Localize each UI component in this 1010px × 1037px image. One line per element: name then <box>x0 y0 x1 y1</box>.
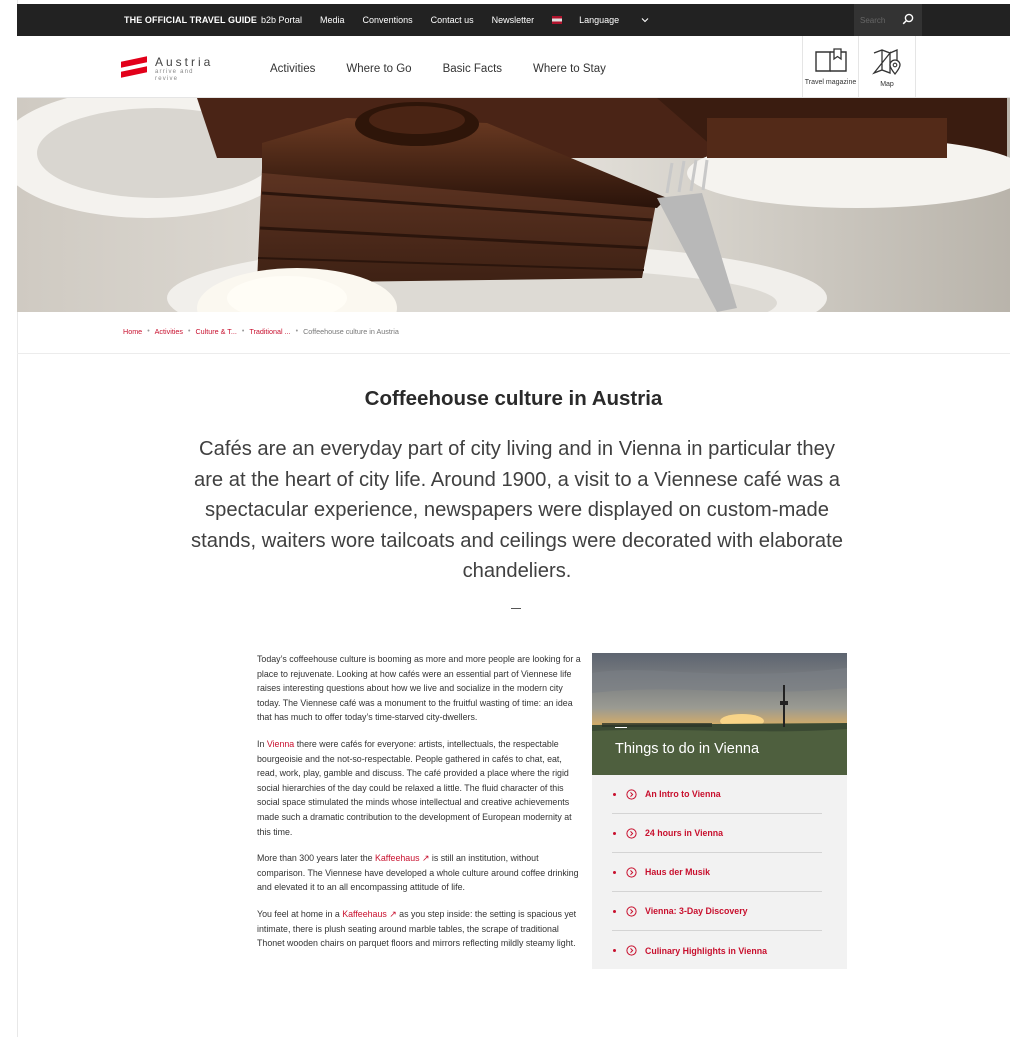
breadcrumb-separator: • <box>147 328 150 335</box>
main-header: Austria arrive and revive Activities Whe… <box>17 36 1010 98</box>
list-item-3-day-discovery[interactable]: Vienna: 3-Day Discovery <box>612 892 822 931</box>
title-accent-bar <box>615 727 627 728</box>
top-utility-bar: THE OFFICIAL TRAVEL GUIDE b2b Portal Med… <box>17 4 1010 36</box>
breadcrumb-current: Coffeehouse culture in Austria <box>303 327 399 336</box>
list-item-culinary-highlights[interactable]: Culinary Highlights in Vienna <box>612 931 822 970</box>
austria-logo[interactable]: Austria arrive and revive <box>121 54 231 86</box>
paragraph: Today’s coffeehouse culture is booming a… <box>257 654 581 723</box>
map-button[interactable]: Map <box>858 36 916 98</box>
chevron-circle-icon <box>626 945 637 956</box>
chevron-circle-icon <box>626 827 637 839</box>
language-label: Language <box>579 15 620 25</box>
logo-name: Austria <box>155 55 214 69</box>
list-item-24-hours[interactable]: 24 hours in Vienna <box>612 814 822 853</box>
list-item-intro-to-vienna[interactable]: An Intro to Vienna <box>612 775 822 814</box>
breadcrumb-divider <box>17 353 1010 354</box>
link-b2b-portal[interactable]: b2b Portal <box>261 15 302 25</box>
chevron-circle-icon <box>626 905 637 917</box>
nav-activities[interactable]: Activities <box>270 63 315 75</box>
breadcrumb-separator: • <box>188 328 191 335</box>
article-lead: Cafés are an everyday part of city livin… <box>191 438 843 582</box>
breadcrumb-traditional[interactable]: Traditional ... <box>249 327 290 336</box>
link-vienna[interactable]: Vienna <box>267 739 294 749</box>
link-kaffeehaus[interactable]: Kaffeehaus ↗ <box>342 909 396 919</box>
search-icon[interactable] <box>902 13 914 25</box>
link-kaffeehaus[interactable]: Kaffeehaus ↗ <box>375 853 429 863</box>
utility-links: b2b Portal Media Conventions Contact us … <box>261 15 667 25</box>
nav-where-to-stay[interactable]: Where to Stay <box>533 63 606 75</box>
chevron-circle-icon <box>626 866 637 878</box>
link-contact-us[interactable]: Contact us <box>431 15 474 25</box>
article-body: Today’s coffeehouse culture is booming a… <box>257 652 583 963</box>
link-newsletter[interactable]: Newsletter <box>492 15 535 25</box>
list-item-haus-der-musik[interactable]: Haus der Musik <box>612 853 822 892</box>
map-label: Map <box>880 81 894 88</box>
breadcrumb: Home • Activities • Culture & T... • Tradit… <box>123 327 399 336</box>
things-to-do-list: An Intro to Vienna 24 hours in Vienna Ha… <box>612 775 822 970</box>
logo-tagline: arrive and revive <box>155 69 194 82</box>
chevron-circle-icon <box>626 788 637 800</box>
logo-mark <box>121 54 149 78</box>
breadcrumb-culture[interactable]: Culture & T... <box>195 327 236 336</box>
things-to-do-box: Things to do in Vienna An Intro to Vienn… <box>592 653 847 969</box>
nav-basic-facts[interactable]: Basic Facts <box>443 63 502 75</box>
book-icon <box>814 48 847 72</box>
map-pin-icon <box>872 49 901 76</box>
vienna-skyline-image[interactable]: Things to do in Vienna <box>592 653 847 775</box>
page-title: Coffeehouse culture in Austria <box>364 387 663 410</box>
things-to-do-title: Things to do in Vienna <box>615 741 760 757</box>
breadcrumb-separator: • <box>241 328 245 335</box>
breadcrumb-activities[interactable]: Activities <box>155 327 183 336</box>
paragraph: In Vienna there were cafés for everyone:… <box>257 738 572 837</box>
chevron-down-icon <box>641 18 649 23</box>
search-box <box>854 4 922 36</box>
section-divider <box>511 608 521 609</box>
nav-where-to-go[interactable]: Where to Go <box>346 63 411 75</box>
official-guide-label: THE OFFICIAL TRAVEL GUIDE <box>124 15 258 25</box>
paragraph: You feel at home in a Kaffeehaus ↗ as yo… <box>257 908 577 949</box>
travel-magazine-button[interactable]: Travel magazine <box>802 36 858 98</box>
travel-magazine-label: Travel magazine <box>804 79 857 86</box>
breadcrumb-home[interactable]: Home <box>123 327 142 336</box>
search-input[interactable] <box>860 13 896 27</box>
language-selector[interactable]: Language <box>579 15 649 25</box>
link-conventions[interactable]: Conventions <box>363 15 413 25</box>
link-media[interactable]: Media <box>320 15 345 25</box>
flag-icon <box>552 16 563 24</box>
breadcrumb-separator: • <box>295 328 299 335</box>
hero-image <box>17 98 1010 312</box>
paragraph: More than 300 years later the Kaffeehaus… <box>257 853 579 893</box>
main-nav: Activities Where to Go Basic Facts Where… <box>270 63 637 75</box>
